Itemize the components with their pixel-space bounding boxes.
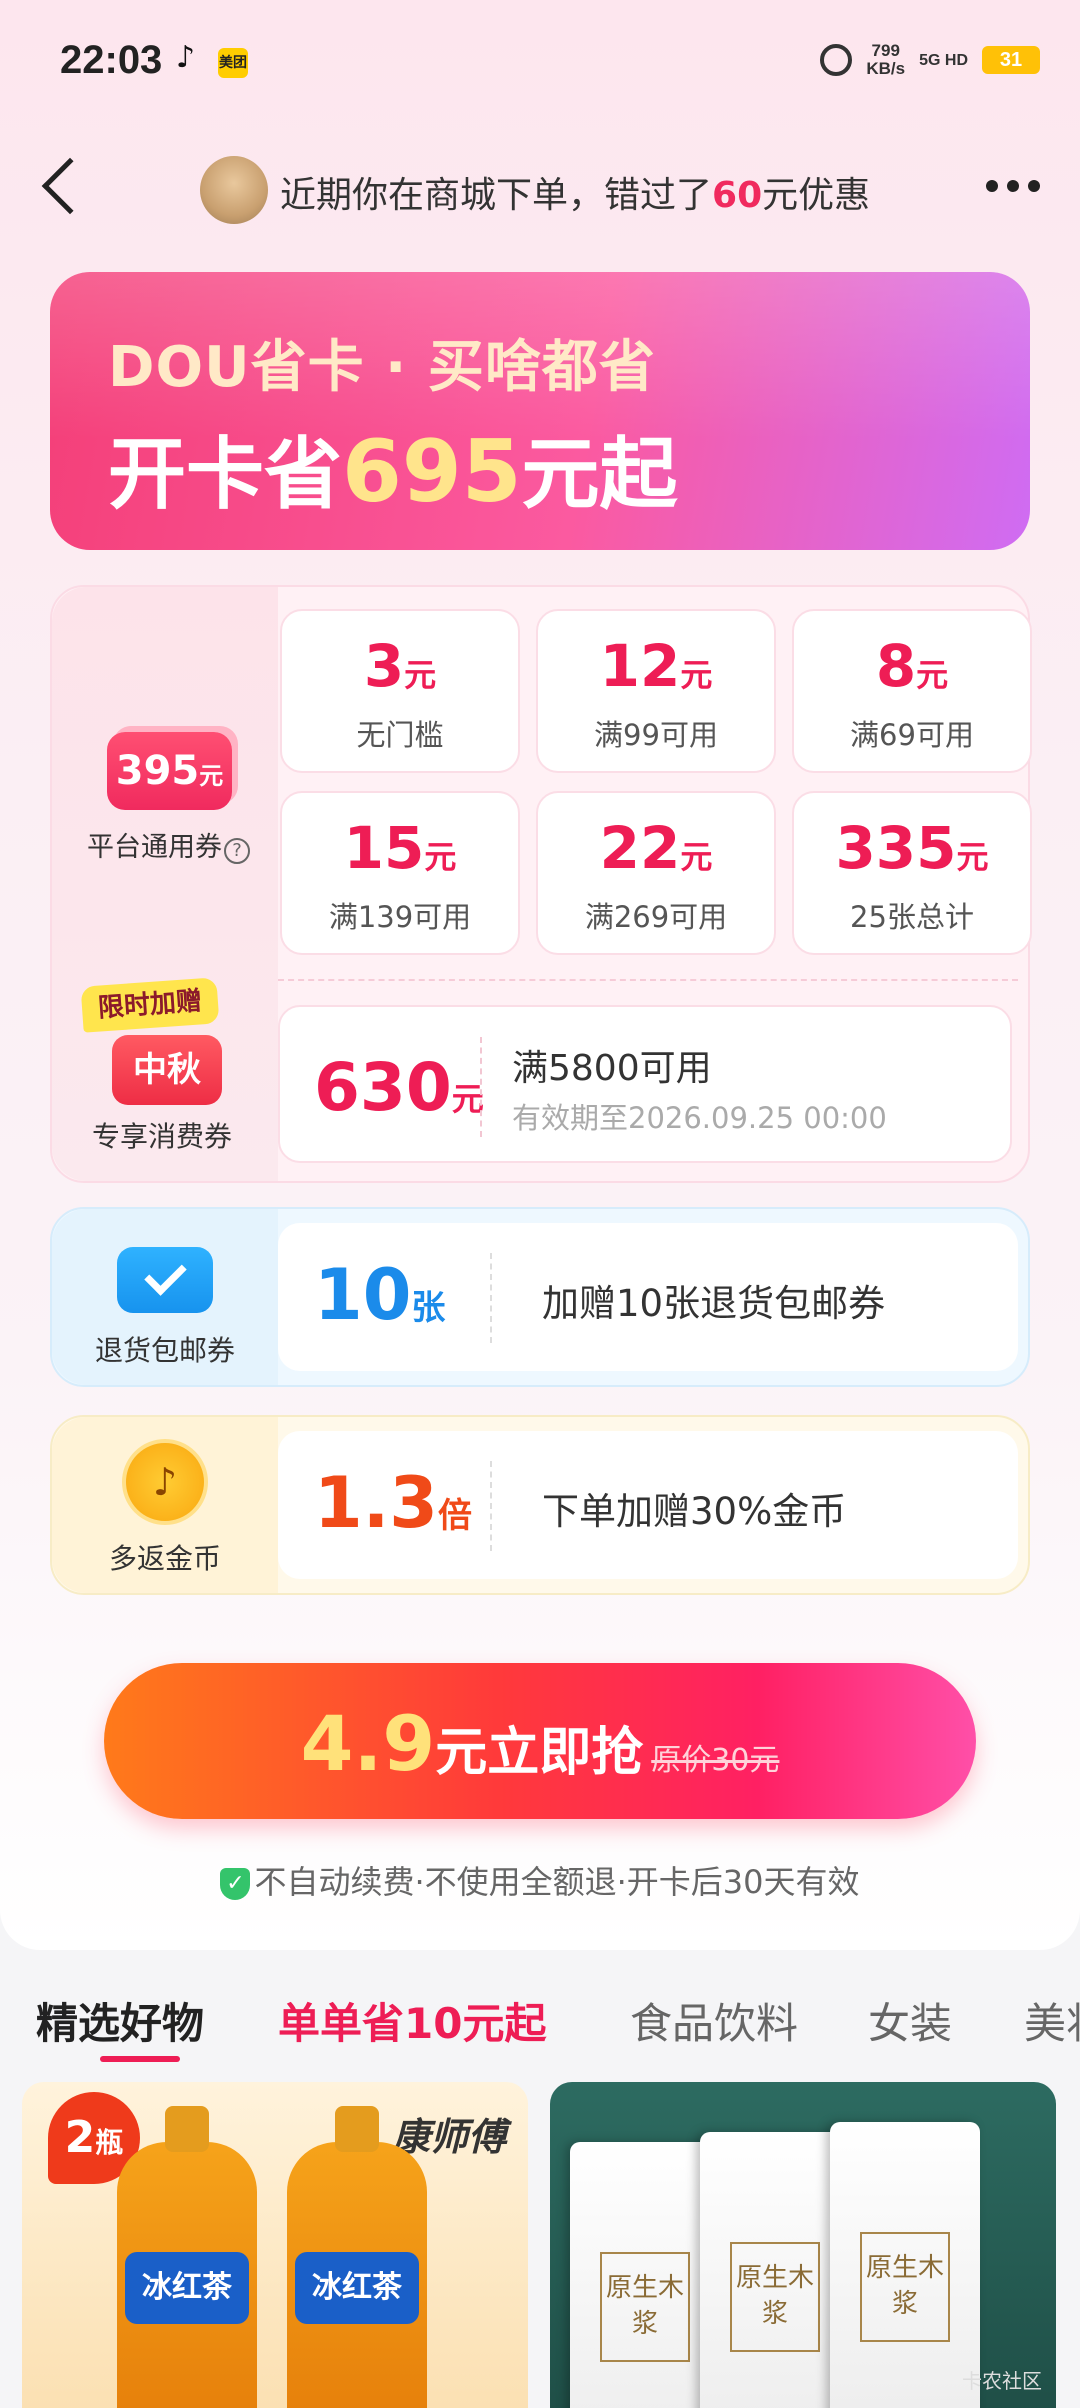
top-nav: 近期你在商城下单，错过了60元优惠 bbox=[0, 150, 1080, 230]
product-image: 原生木浆 bbox=[700, 2132, 850, 2408]
more-icon[interactable] bbox=[986, 180, 1040, 192]
coin-section: ♪ 多返金币 1.3倍 下单加赠30%金币 bbox=[50, 1415, 1030, 1595]
help-icon[interactable]: ? bbox=[224, 838, 250, 864]
banner-title: 开卡省695元起 bbox=[108, 422, 678, 522]
network-type: 5G HD bbox=[919, 51, 968, 69]
tab-beauty[interactable]: 美妆 bbox=[1024, 1990, 1080, 2051]
product-image: 原生木浆 bbox=[570, 2142, 720, 2408]
coupon-card: 22元 满269可用 bbox=[536, 791, 776, 955]
tab-food-drinks[interactable]: 食品饮料 bbox=[630, 1990, 798, 2051]
terms-note: ✓ 不自动续费·不使用全额退·开卡后30天有效 bbox=[0, 1857, 1080, 1903]
coin-icon: ♪ bbox=[122, 1439, 208, 1525]
return-shipping-label: 退货包邮券 bbox=[94, 1334, 235, 1367]
avatar bbox=[200, 156, 268, 224]
tiktok-icon: ♪ bbox=[176, 40, 196, 75]
product-image: 冰红茶 bbox=[287, 2106, 427, 2408]
watermark: 卡农社区 bbox=[962, 2369, 1042, 2393]
coupon-section: 395元 平台通用券? 3元 无门槛 12元 满99可用 8元 满69可用 15… bbox=[50, 585, 1032, 1183]
exclusive-coupon-card: 630元 满5800可用 有效期至2026.09.25 00:00 bbox=[278, 1005, 1012, 1163]
network-speed: 799 KB/s bbox=[866, 41, 906, 78]
coupon-card-total: 335元 25张总计 bbox=[792, 791, 1032, 955]
alarm-icon bbox=[820, 44, 853, 76]
meituan-icon: 美团 bbox=[218, 48, 248, 78]
platform-coupon-label[interactable]: 平台通用券? bbox=[87, 825, 250, 864]
card-banner: DOU省卡 · 买啥都省 开卡省695元起 bbox=[50, 272, 1030, 550]
tab-save-10[interactable]: 单单省10元起 bbox=[278, 1990, 546, 2051]
coupon-card: 8元 满69可用 bbox=[792, 609, 1032, 773]
exclusive-coupon-label: 专享消费券 bbox=[92, 1120, 233, 1153]
shield-check-icon: ✓ bbox=[220, 1868, 251, 1900]
back-icon[interactable] bbox=[41, 157, 99, 215]
checkmark-ticket-icon bbox=[117, 1247, 213, 1313]
return-shipping-card: 10张 加赠10张退货包邮券 bbox=[278, 1223, 1018, 1371]
product-image: 冰红茶 bbox=[117, 2106, 257, 2408]
mid-autumn-badge: 中秋 bbox=[112, 1035, 222, 1105]
coupon-card: 12元 满99可用 bbox=[536, 609, 776, 773]
battery-icon: 31 bbox=[982, 46, 1040, 74]
product-image: 原生木浆 bbox=[830, 2122, 980, 2408]
buy-now-button[interactable]: 4.9元立即抢 原价30元 bbox=[104, 1663, 976, 1819]
coin-card: 1.3倍 下单加赠30%金币 bbox=[278, 1431, 1018, 1579]
coin-label: 多返金币 bbox=[108, 1542, 221, 1575]
product-card-ice-tea[interactable]: 2瓶 康师傅 冰红茶 冰红茶 bbox=[22, 2082, 528, 2408]
platform-coupon-total-badge: 395元 bbox=[107, 732, 232, 810]
coupon-divider bbox=[278, 979, 1018, 981]
product-card-tissue[interactable]: 原生木浆 原生木浆 原生木浆 卡农社区 bbox=[550, 2082, 1056, 2408]
status-right: 799 KB/s 5G HD 31 bbox=[820, 42, 1040, 78]
status-time: 22:03 bbox=[60, 38, 163, 82]
limited-time-tag: 限时加赠 bbox=[80, 977, 220, 1033]
coupon-card: 15元 满139可用 bbox=[280, 791, 520, 955]
tab-active-indicator bbox=[100, 2056, 180, 2062]
missed-discount-message: 近期你在商城下单，错过了60元优惠 bbox=[280, 175, 871, 216]
coupon-card: 3元 无门槛 bbox=[280, 609, 520, 773]
status-bar: 22:03 ♪ 美团 799 KB/s 5G HD 31 bbox=[0, 0, 1080, 130]
banner-subtitle: DOU省卡 · 买啥都省 bbox=[108, 335, 656, 400]
return-shipping-section: 退货包邮券 10张 加赠10张退货包邮券 bbox=[50, 1207, 1030, 1387]
tab-featured[interactable]: 精选好物 bbox=[36, 1990, 204, 2051]
tab-womens-clothing[interactable]: 女装 bbox=[868, 1990, 952, 2051]
